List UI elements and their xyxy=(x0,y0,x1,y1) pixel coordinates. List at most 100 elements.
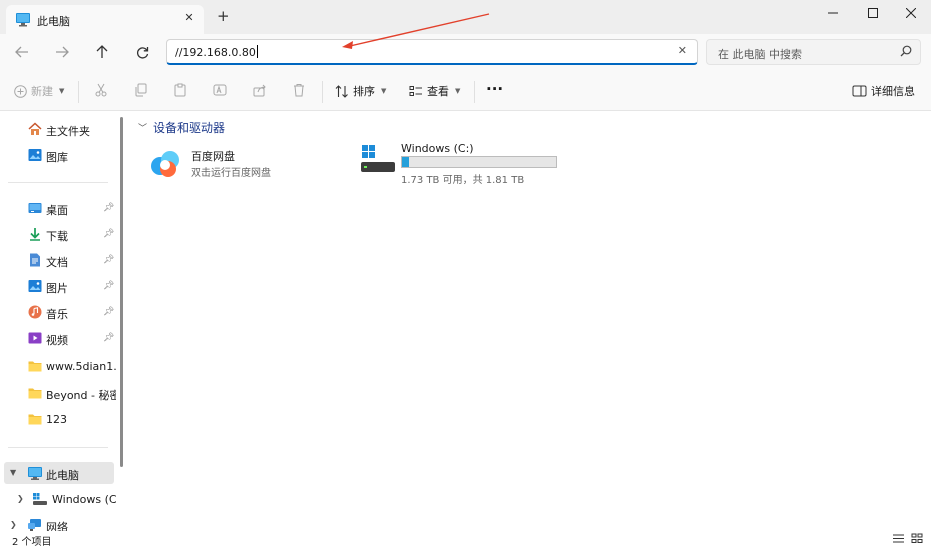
pin-icon[interactable]: 📌︎ xyxy=(103,281,114,291)
arrow-right-icon xyxy=(56,46,69,58)
close-icon xyxy=(906,8,916,18)
up-button[interactable] xyxy=(89,40,115,64)
folder-icon xyxy=(28,414,42,425)
folder-icon xyxy=(28,388,42,399)
paste-icon xyxy=(174,83,186,97)
add-circle-icon xyxy=(14,84,27,98)
drive-usage-bar xyxy=(401,156,557,168)
address-clear-button[interactable]: ✕ xyxy=(678,44,687,57)
item-name: Windows (C:) xyxy=(401,142,474,155)
forward-button[interactable] xyxy=(49,40,75,64)
arrow-up-icon xyxy=(96,45,108,58)
address-bar[interactable]: //192.168.0.80 ✕ xyxy=(166,39,698,65)
scrollbar-thumb[interactable] xyxy=(120,117,123,467)
chevron-down-icon: ▼ xyxy=(455,87,461,95)
network-icon xyxy=(28,519,41,531)
item-name: 百度网盘 xyxy=(191,150,235,163)
maximize-button[interactable] xyxy=(853,2,893,24)
chevron-down-icon[interactable]: ▼ xyxy=(10,468,16,477)
cut-button[interactable] xyxy=(94,83,108,97)
windows-drive-icon xyxy=(361,145,395,172)
search-input[interactable]: 在 此电脑 中搜索 xyxy=(718,46,802,62)
sidebar-item-downloads[interactable]: 下载 📌︎ xyxy=(0,223,118,245)
sidebar-item-label: 主文件夹 xyxy=(46,125,90,138)
chevron-right-icon[interactable]: ❯ xyxy=(17,494,24,503)
sidebar-item-folder[interactable]: Beyond - 秘密警察 xyxy=(0,382,118,404)
sidebar-item-folder[interactable]: www.5dian1.cc xyxy=(0,355,118,377)
document-icon xyxy=(30,253,40,267)
minimize-icon xyxy=(828,12,838,14)
home-icon xyxy=(28,122,42,135)
pin-icon[interactable]: 📌︎ xyxy=(103,333,114,343)
sidebar-item-documents[interactable]: 文档 📌︎ xyxy=(0,249,118,271)
toolbar-divider xyxy=(78,81,79,103)
sidebar-divider xyxy=(8,182,108,183)
address-input[interactable]: //192.168.0.80 xyxy=(175,45,258,59)
file-list: ﹀ 设备和驱动器 百度网盘 双击运行百度网盘 Windows (C:) 1.73… xyxy=(130,111,931,531)
sidebar-item-drive-c[interactable]: ❯ Windows (C:) xyxy=(0,488,118,510)
chevron-right-icon[interactable]: ❯ xyxy=(10,520,17,529)
minimize-button[interactable] xyxy=(813,2,853,24)
rename-icon xyxy=(213,84,227,96)
toolbar-divider xyxy=(474,81,475,103)
back-button[interactable] xyxy=(9,40,35,64)
sidebar-item-music[interactable]: 音乐 📌︎ xyxy=(0,301,118,323)
copy-button[interactable] xyxy=(134,83,148,97)
details-pane-icon xyxy=(852,85,867,97)
new-button[interactable]: 新建 ▼ xyxy=(14,83,64,99)
pin-icon[interactable]: 📌︎ xyxy=(103,255,114,265)
cut-icon xyxy=(95,83,107,97)
details-label: 详细信息 xyxy=(871,85,915,98)
desktop-icon xyxy=(28,203,42,213)
copy-icon xyxy=(135,83,147,97)
item-description: 1.73 TB 可用，共 1.81 TB xyxy=(401,175,525,186)
sort-icon xyxy=(335,84,348,98)
new-button-label: 新建 xyxy=(31,85,53,98)
share-button[interactable] xyxy=(253,83,267,97)
baidu-netdisk-icon xyxy=(151,151,179,177)
sidebar-item-network[interactable]: ❯ 网络 xyxy=(0,514,118,531)
sidebar-item-label: 123 xyxy=(46,413,67,426)
search-box[interactable]: 在 此电脑 中搜索 xyxy=(706,39,921,65)
folder-icon xyxy=(28,361,42,372)
paste-button[interactable] xyxy=(173,83,187,97)
sidebar-item-videos[interactable]: 视频 📌︎ xyxy=(0,327,118,349)
details-view-icon[interactable] xyxy=(892,533,905,544)
refresh-button[interactable] xyxy=(129,40,155,64)
item-baidu-netdisk[interactable]: 百度网盘 双击运行百度网盘 xyxy=(146,145,346,185)
download-icon xyxy=(30,228,40,241)
sidebar-item-label: 此电脑 xyxy=(46,469,79,482)
sidebar-item-gallery[interactable]: 图库 xyxy=(0,144,118,166)
group-header-devices[interactable]: ﹀ 设备和驱动器 xyxy=(138,119,225,136)
sidebar-divider xyxy=(8,447,108,448)
delete-button[interactable] xyxy=(292,83,306,97)
view-button[interactable]: 查看 ▼ xyxy=(409,83,460,99)
sidebar-item-folder[interactable]: 123 xyxy=(0,408,118,430)
sidebar-item-pictures[interactable]: 图片 📌︎ xyxy=(0,275,118,297)
details-pane-button[interactable]: 详细信息 xyxy=(852,83,915,99)
sidebar-item-label: 图库 xyxy=(46,151,68,164)
tab-close-button[interactable]: ✕ xyxy=(182,11,196,24)
sidebar-item-desktop[interactable]: 桌面 📌︎ xyxy=(0,197,118,219)
new-tab-button[interactable]: + xyxy=(217,9,230,24)
pin-icon[interactable]: 📌︎ xyxy=(103,203,114,213)
sidebar-item-home[interactable]: 主文件夹 xyxy=(0,118,118,140)
pin-icon[interactable]: 📌︎ xyxy=(103,307,114,317)
item-drive-c[interactable]: Windows (C:) 1.73 TB 可用，共 1.81 TB xyxy=(358,141,568,186)
sidebar-scrollbar[interactable] xyxy=(120,111,124,471)
pin-icon[interactable]: 📌︎ xyxy=(103,229,114,239)
view-label: 查看 xyxy=(427,85,449,98)
navigation-bar: //192.168.0.80 ✕ 在 此电脑 中搜索 xyxy=(0,34,931,71)
rename-button[interactable] xyxy=(213,83,227,97)
tab-this-pc[interactable]: 此电脑 ✕ xyxy=(6,5,204,34)
sidebar-item-this-pc[interactable]: ▼ 此电脑 xyxy=(4,462,114,484)
sidebar-item-label: 网络 xyxy=(46,521,68,531)
chevron-down-icon: ▼ xyxy=(381,87,387,95)
command-bar: 新建 ▼ 排序 ▼ 查看 ▼ ··· 详细信息 xyxy=(0,71,931,111)
close-button[interactable] xyxy=(891,2,931,24)
tiles-view-icon[interactable] xyxy=(911,533,924,544)
title-bar: 此电脑 ✕ + xyxy=(0,0,931,34)
more-options-button[interactable]: ··· xyxy=(486,80,503,98)
sort-button[interactable]: 排序 ▼ xyxy=(335,83,386,99)
item-description: 双击运行百度网盘 xyxy=(191,168,271,179)
